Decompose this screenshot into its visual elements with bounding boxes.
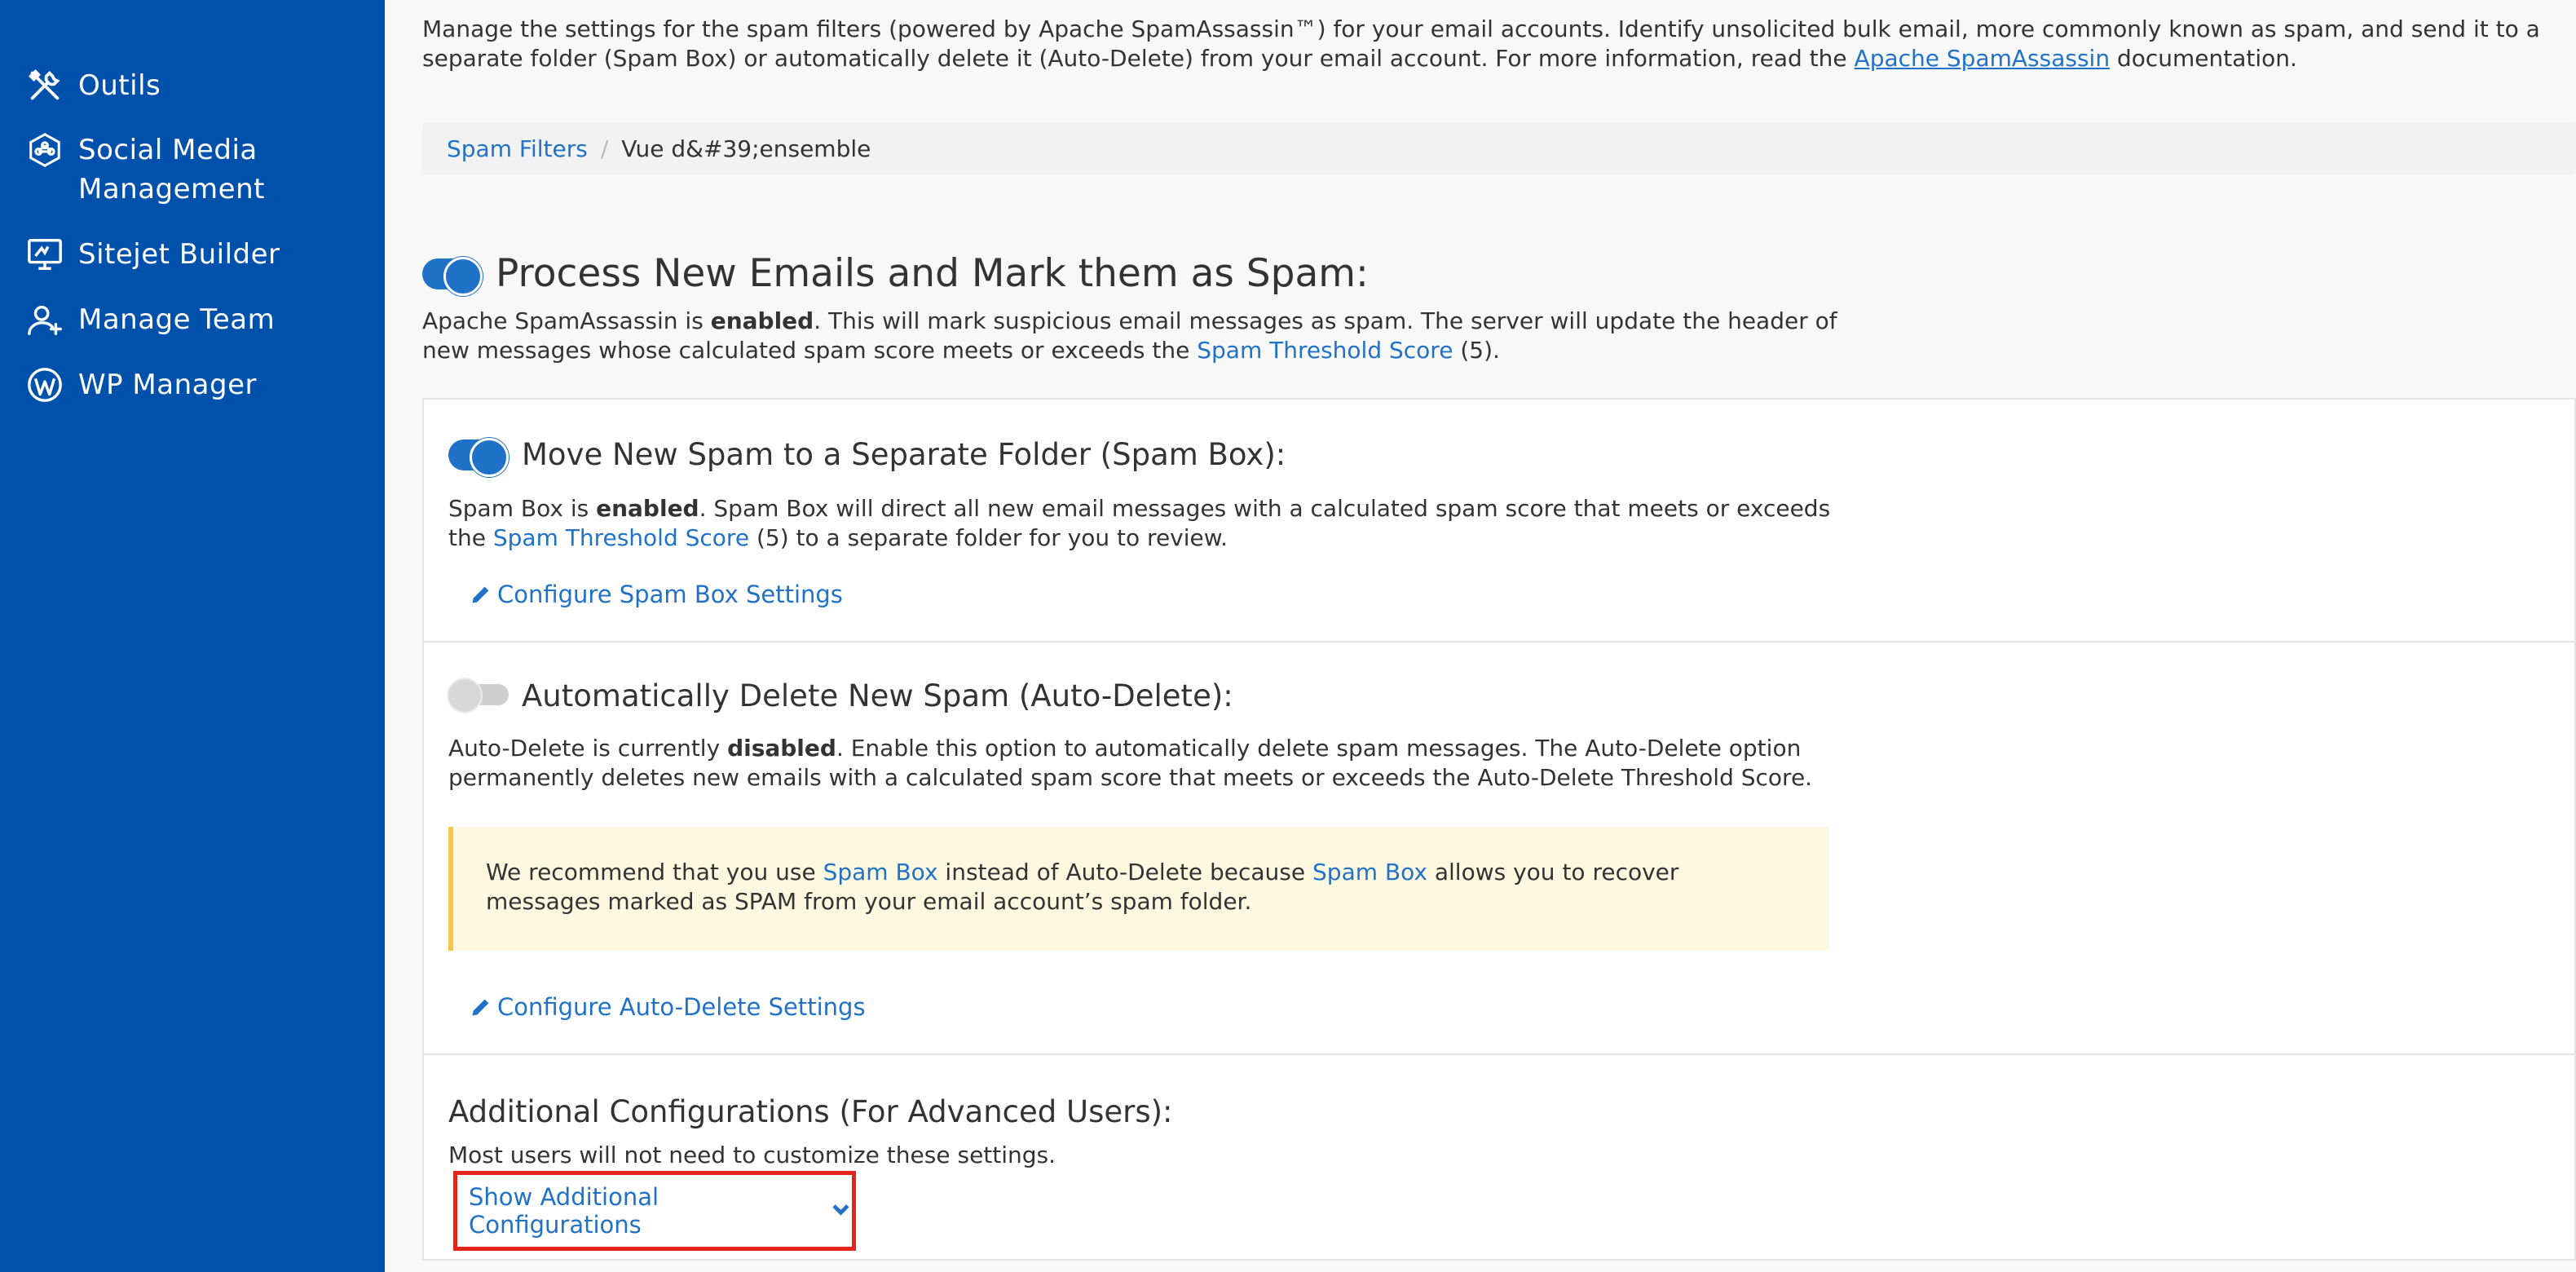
breadcrumb-separator: / [600,135,609,162]
sidebar-item-outils[interactable]: Outils [26,66,323,105]
process-spam-toggle[interactable] [422,256,483,296]
process-desc-suffix: (5). [1453,337,1500,364]
spambox-title: Move New Spam to a Separate Folder (Spam… [522,437,1286,472]
sidebar: Outils Social Media Management Sitejet B… [0,0,385,1272]
spambox-description: Spam Box is enabled. Spam Box will direc… [448,494,1834,553]
spambox-threshold-link[interactable]: Spam Threshold Score [493,524,749,551]
page-title: Process New Emails and Mark them as Spam… [496,251,1369,296]
autodelete-toggle[interactable] [447,677,509,713]
breadcrumb-current: Vue d&#39;ensemble [621,135,871,162]
spambox-desc-suffix: (5) to a separate folder for you to revi… [749,524,1228,551]
chevron-down-icon [832,1204,849,1216]
process-desc-prefix: Apache SpamAssassin is [422,307,711,334]
sidebar-item-label: Sitejet Builder [78,238,280,271]
spam-threshold-link[interactable]: Spam Threshold Score [1197,337,1453,364]
sidebar-item-sitejet[interactable]: Sitejet Builder [26,235,323,274]
sidebar-item-label: Social Media Management [78,134,265,205]
intro-text-after: documentation. [2110,45,2297,72]
process-description: Apache SpamAssassin is enabled. This wil… [422,307,1857,365]
sidebar-item-wp-manager[interactable]: WP Manager [26,365,323,404]
recommendation-alert: We recommend that you use Spam Box inste… [448,827,1829,951]
alert-mid: instead of Auto-Delete because [937,859,1313,886]
sitejet-icon [26,235,72,274]
process-header: Process New Emails and Mark them as Spam… [422,251,1369,296]
breadcrumb: Spam Filters / Vue d&#39;ensemble [422,122,2576,174]
spambox-desc-prefix: Spam Box is [448,495,597,522]
autodelete-section: Automatically Delete New Spam (Auto-Dele… [424,643,2574,1055]
pencil-icon [472,586,489,603]
breadcrumb-spam-filters-link[interactable]: Spam Filters [447,135,588,162]
sidebar-item-label: WP Manager [78,369,257,401]
spambox-link-1[interactable]: Spam Box [823,859,938,886]
settings-panel: Move New Spam to a Separate Folder (Spam… [422,398,2576,1261]
wordpress-icon [26,365,72,404]
spambox-toggle[interactable] [448,437,509,477]
pencil-icon [472,999,489,1016]
autodelete-desc-prefix: Auto-Delete is currently [448,735,728,762]
spambox-link-2[interactable]: Spam Box [1312,859,1427,886]
apache-spamassassin-link[interactable]: Apache SpamAssassin [1855,45,2111,72]
autodelete-description: Auto-Delete is currently disabled. Enabl… [448,734,1834,793]
intro-text: Manage the settings for the spam filters… [422,15,2566,73]
advanced-text: Most users will not need to customize th… [448,1142,1056,1168]
sidebar-item-label: Outils [78,69,161,102]
social-media-icon [26,130,72,170]
autodelete-header: Automatically Delete New Spam (Auto-Dele… [447,677,1233,713]
spambox-header: Move New Spam to a Separate Folder (Spam… [448,437,1286,477]
configure-spambox-label: Configure Spam Box Settings [497,581,843,608]
alert-prefix: We recommend that you use [486,859,823,886]
show-additional-label: Show Additional Configurations [469,1183,659,1239]
autodelete-title: Automatically Delete New Spam (Auto-Dele… [522,678,1233,713]
configure-autodelete-label: Configure Auto-Delete Settings [497,993,866,1021]
configure-spambox-link[interactable]: Configure Spam Box Settings [470,581,843,608]
autodelete-status: disabled [727,735,836,762]
spambox-status: enabled [596,495,699,522]
process-status: enabled [710,307,814,334]
main-content: Manage the settings for the spam filters… [385,0,2576,1272]
tools-icon [26,66,72,105]
spambox-section: Move New Spam to a Separate Folder (Spam… [424,400,2574,643]
manage-team-icon [26,300,72,339]
show-additional-configurations-button[interactable]: Show Additional Configurations [453,1171,856,1251]
sidebar-item-label: Manage Team [78,303,276,336]
sidebar-item-manage-team[interactable]: Manage Team [26,300,323,339]
configure-autodelete-link[interactable]: Configure Auto-Delete Settings [470,993,866,1021]
advanced-title: Additional Configurations (For Advanced … [448,1094,1173,1129]
sidebar-item-social-media[interactable]: Social Media Management [26,130,323,209]
